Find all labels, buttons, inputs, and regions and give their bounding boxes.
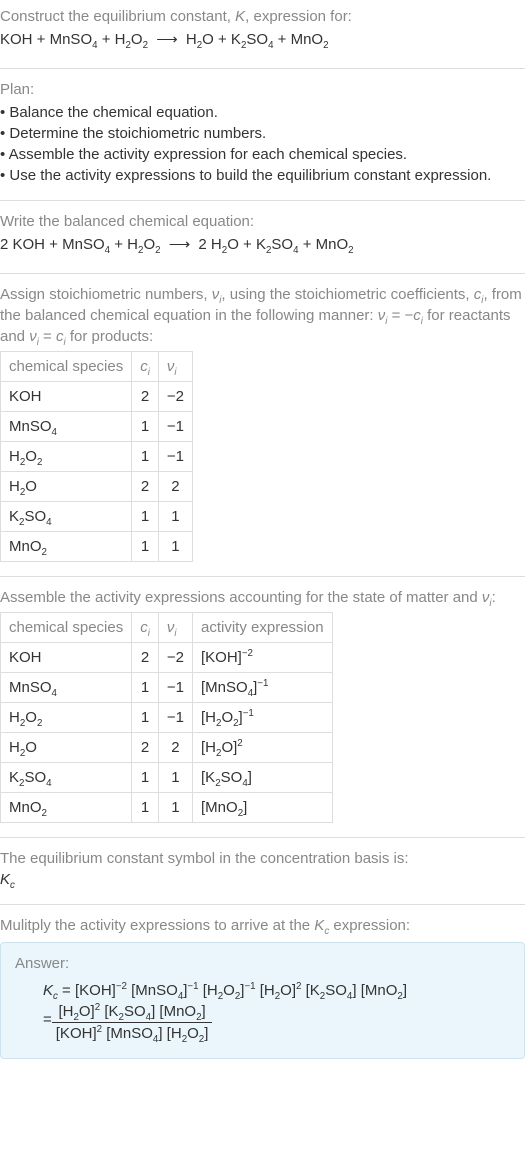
kc-basis-label: The equilibrium constant symbol in the c… xyxy=(0,848,525,869)
divider xyxy=(0,576,525,577)
multiply-block: Mulitply the activity expressions to arr… xyxy=(0,909,525,1069)
col-ci: ci xyxy=(132,613,159,643)
col-vi: νi xyxy=(158,352,192,382)
divider xyxy=(0,68,525,69)
stoich-text: Assign stoichiometric numbers, νi, using… xyxy=(0,284,525,347)
table-row: KOH2−2 xyxy=(1,382,193,412)
balanced-equation: 2 KOH + MnSO4 + H2O2 ⟶ 2 H2O + K2SO4 + M… xyxy=(0,232,525,259)
fraction-denominator: [KOH]2 [MnSO4] [H2O2] xyxy=(52,1023,213,1044)
plan-item: Determine the stoichiometric numbers. xyxy=(0,123,525,144)
table-row: H2O22[H2O]2 xyxy=(1,733,333,763)
answer-line-2: = [H2O]2 [K2SO4] [MnO2] [KOH]2 [MnSO4] [… xyxy=(43,1001,510,1044)
intro-prompt-1: Construct the equilibrium constant, xyxy=(0,8,235,25)
col-species: chemical species xyxy=(1,613,132,643)
table-row: H2O21−1 xyxy=(1,442,193,472)
answer-label: Answer: xyxy=(15,953,510,974)
table-row: MnSO41−1 xyxy=(1,412,193,442)
col-ci: ci xyxy=(132,352,159,382)
plan-item: Use the activity expressions to build th… xyxy=(0,165,525,186)
divider xyxy=(0,200,525,201)
multiply-text: Mulitply the activity expressions to arr… xyxy=(0,915,525,936)
answer-line-1: Kc = [KOH]−2 [MnSO4]−1 [H2O2]−1 [H2O]2 [… xyxy=(43,980,510,1001)
fraction-numerator: [H2O]2 [K2SO4] [MnO2] xyxy=(52,1001,213,1023)
plan-label: Plan: xyxy=(0,79,525,100)
plan-item: Assemble the activity expression for eac… xyxy=(0,144,525,165)
table-row: K2SO411[K2SO4] xyxy=(1,763,333,793)
plan-block: Plan: Balance the chemical equation. Det… xyxy=(0,73,525,196)
answer-body: Kc = [KOH]−2 [MnSO4]−1 [H2O2]−1 [H2O]2 [… xyxy=(43,980,510,1044)
table-row: MnO211[MnO2] xyxy=(1,793,333,823)
col-species: chemical species xyxy=(1,352,132,382)
activity-table: chemical species ci νi activity expressi… xyxy=(0,612,333,823)
activity-text: Assemble the activity expressions accoun… xyxy=(0,587,525,608)
fraction: [H2O]2 [K2SO4] [MnO2] [KOH]2 [MnSO4] [H2… xyxy=(52,1001,213,1044)
intro-prompt-2: , expression for: xyxy=(245,8,352,25)
balance-block: Write the balanced chemical equation: 2 … xyxy=(0,205,525,269)
table-row: KOH2−2[KOH]−2 xyxy=(1,643,333,673)
intro-k: K xyxy=(235,8,245,25)
stoich-table-1: chemical species ci νi KOH2−2 MnSO41−1 H… xyxy=(0,351,193,562)
balance-label: Write the balanced chemical equation: xyxy=(0,211,525,232)
table-row: MnO211 xyxy=(1,532,193,562)
eq-sign: = xyxy=(43,1001,52,1030)
col-vi: νi xyxy=(158,613,192,643)
table-row: K2SO411 xyxy=(1,502,193,532)
divider xyxy=(0,904,525,905)
col-activity: activity expression xyxy=(193,613,333,643)
table-row: H2O22 xyxy=(1,472,193,502)
intro-equation: KOH + MnSO4 + H2O2 ⟶ H2O + K2SO4 + MnO2 xyxy=(0,27,525,54)
intro-block: Construct the equilibrium constant, K, e… xyxy=(0,0,525,64)
plan-list: Balance the chemical equation. Determine… xyxy=(0,102,525,186)
kc-symbol: Kc xyxy=(0,869,525,890)
stoich-block: Assign stoichiometric numbers, νi, using… xyxy=(0,278,525,572)
kc-basis-block: The equilibrium constant symbol in the c… xyxy=(0,842,525,900)
divider xyxy=(0,273,525,274)
plan-item: Balance the chemical equation. xyxy=(0,102,525,123)
answer-box: Answer: Kc = [KOH]−2 [MnSO4]−1 [H2O2]−1 … xyxy=(0,942,525,1059)
divider xyxy=(0,837,525,838)
table-row: MnSO41−1[MnSO4]−1 xyxy=(1,673,333,703)
activity-block: Assemble the activity expressions accoun… xyxy=(0,581,525,833)
table-row: H2O21−1[H2O2]−1 xyxy=(1,703,333,733)
